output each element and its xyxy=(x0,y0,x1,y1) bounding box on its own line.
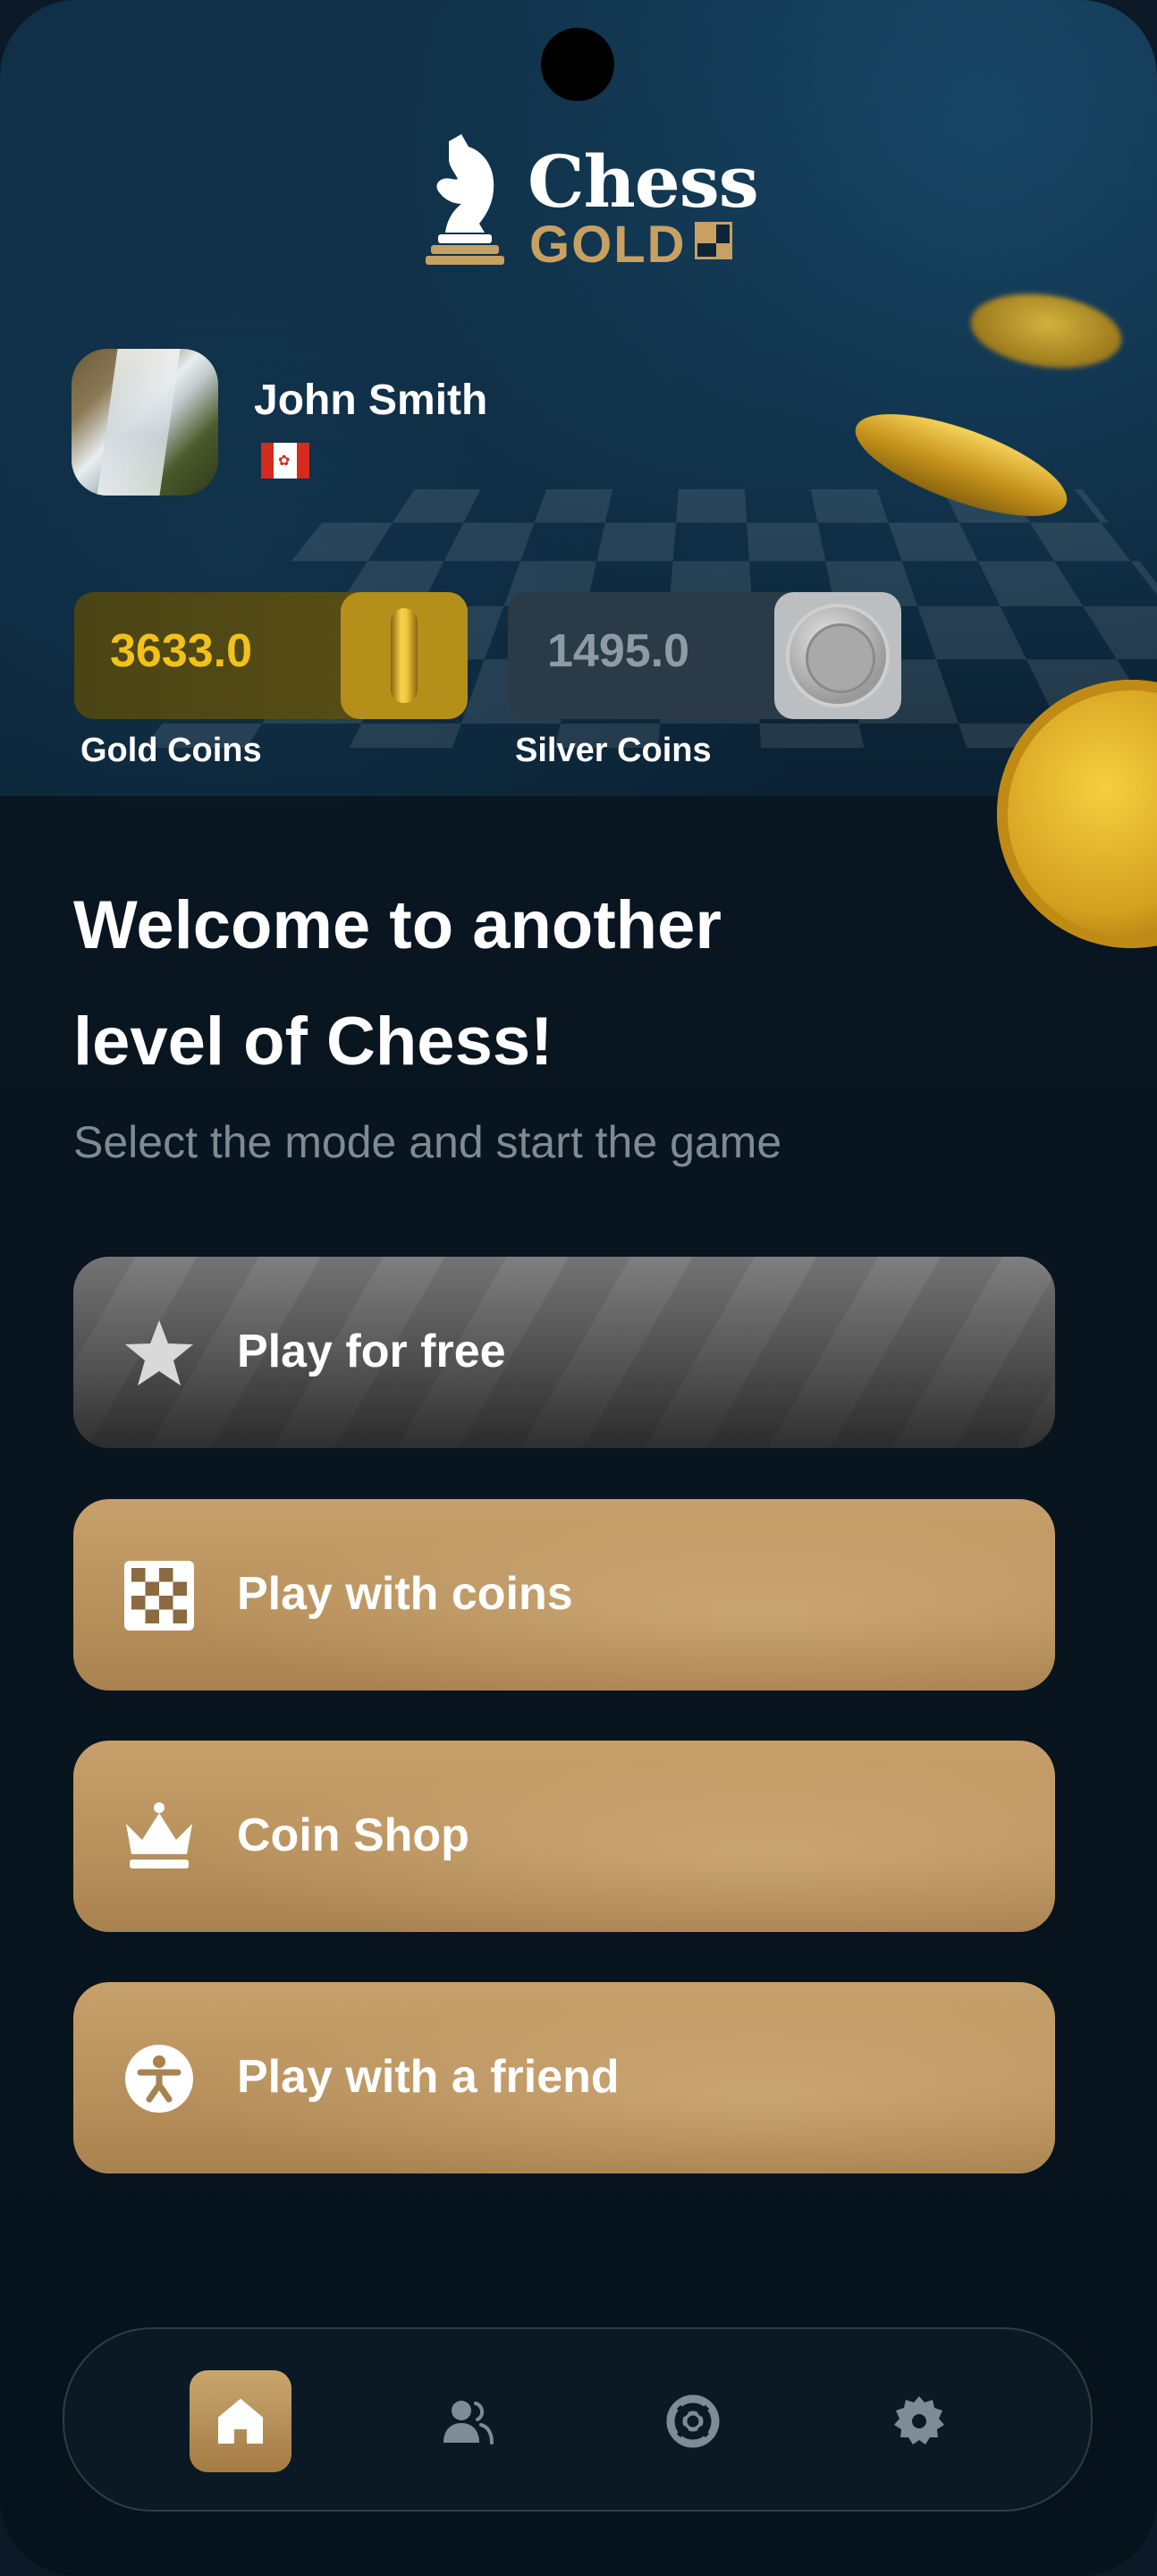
gear-icon xyxy=(894,2396,944,2445)
nav-settings-tab[interactable] xyxy=(868,2370,970,2472)
nav-help-tab[interactable] xyxy=(642,2370,744,2472)
star-icon xyxy=(125,1320,193,1385)
user-name: John Smith xyxy=(254,377,488,424)
silver-coins-value: 1495.0 xyxy=(547,625,690,677)
person-icon xyxy=(125,2045,193,2113)
play-for-free-button[interactable]: Play for free xyxy=(73,1257,1055,1448)
avatar-image xyxy=(97,349,181,496)
checkerboard-icon xyxy=(124,1561,194,1631)
gold-coins-value: 3633.0 xyxy=(110,625,253,677)
bottom-navigation xyxy=(63,2327,1093,2512)
nav-home-tab[interactable] xyxy=(190,2370,291,2472)
gold-coin-icon xyxy=(341,592,468,719)
play-with-friend-button[interactable]: Play with a friend xyxy=(73,1982,1055,2174)
friends-icon xyxy=(443,2401,494,2445)
crown-icon xyxy=(126,1802,192,1868)
logo-square-icon xyxy=(695,222,732,259)
app-logo: Chess GOLD xyxy=(422,134,759,274)
silver-coins-balance[interactable]: 1495.0 xyxy=(508,592,901,719)
canada-flag-icon: ✿ xyxy=(261,443,309,479)
nav-friends-tab[interactable] xyxy=(416,2370,518,2472)
play-with-friend-label: Play with a friend xyxy=(237,2051,620,2103)
welcome-subtitle: Select the mode and start the game xyxy=(73,1117,782,1167)
play-for-free-label: Play for free xyxy=(237,1326,506,1377)
lifebuoy-icon xyxy=(666,2394,720,2448)
avatar[interactable] xyxy=(72,349,218,496)
logo-word: Chess xyxy=(528,140,759,224)
coin-shop-label: Coin Shop xyxy=(237,1809,469,1861)
gold-coins-balance[interactable]: 3633.0 xyxy=(74,592,468,719)
app-screen: Chess GOLD John Smith ✿ 3633.0 Gold Coin… xyxy=(0,0,1157,2576)
knight-logo-icon xyxy=(426,134,504,265)
logo-subword: GOLD xyxy=(529,216,687,274)
coin-shop-button[interactable]: Coin Shop xyxy=(73,1741,1055,1932)
silver-coin-icon xyxy=(774,592,901,719)
home-icon xyxy=(218,2399,263,2444)
play-with-coins-label: Play with coins xyxy=(237,1568,573,1620)
welcome-heading: Welcome to another level of Chess! xyxy=(73,887,722,1080)
silver-coins-label: Silver Coins xyxy=(515,732,712,769)
camera-cutout xyxy=(541,28,614,101)
play-with-coins-button[interactable]: Play with coins xyxy=(73,1499,1055,1690)
gold-coins-label: Gold Coins xyxy=(80,732,262,769)
